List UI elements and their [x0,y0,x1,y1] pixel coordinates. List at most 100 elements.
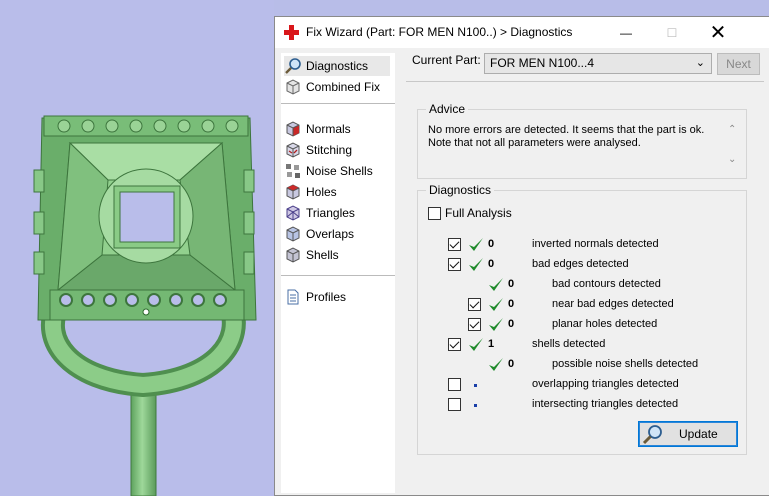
full-analysis-option[interactable]: Full Analysis [428,206,512,220]
nav-item-shells[interactable]: Shells [284,245,390,265]
shells-cube-icon [286,247,300,263]
check-ok-icon [469,238,483,251]
minimize-button[interactable]: — [603,17,649,48]
title-bar[interactable]: Fix Wizard (Part: FOR MEN N100..) > Diag… [275,17,769,48]
diagnostic-count: 1 [488,338,495,350]
diagnostic-count: 0 [508,318,515,330]
scroll-down-icon[interactable]: ⌄ [728,154,736,165]
nav-item-label: Holes [306,185,337,199]
check-ok-icon [469,258,483,271]
window-title: Fix Wizard (Part: FOR MEN N100..) > Diag… [306,25,573,39]
nav-item-noise-shells[interactable]: Noise Shells [284,161,390,181]
stitching-cube-icon [286,142,300,158]
nav-item-label: Shells [306,248,339,262]
diagnostic-checkbox[interactable] [448,378,461,391]
diagnostic-count: 0 [488,258,495,270]
nav-item-label: Normals [306,122,351,136]
nav-item-profiles[interactable]: Profiles [284,287,390,307]
scroll-up-icon[interactable]: ⌃ [728,124,736,135]
nav-item-label: Noise Shells [306,164,373,178]
red-cross-icon [284,25,299,40]
advice-scrollbar[interactable]: ⌃ ⌄ [725,124,741,170]
minimize-icon: — [620,25,632,40]
update-button[interactable]: Update [638,421,738,447]
nav-item-stitching[interactable]: Stitching [284,140,390,160]
overlaps-cube-icon [286,226,300,242]
diagnostic-row: 0 possible noise shells detected [418,355,748,375]
maximize-button[interactable]: ☐ [649,17,695,48]
maximize-icon: ☐ [666,25,678,40]
diagnostic-row: 0 near bad edges detected [418,295,748,315]
current-part-label: Current Part: [412,53,481,67]
close-button[interactable]: ✕ [695,17,741,48]
chevron-down-icon: ⌄ [695,57,705,69]
diagnostic-row: 0 bad edges detected [418,255,748,275]
diagnostics-group: Diagnostics Full Analysis 0 inverted norm… [417,183,748,455]
next-button[interactable]: Next [717,53,760,75]
advice-text: No more errors are detected. It seems th… [428,124,718,150]
diagnostic-count: 0 [508,298,515,310]
document-icon [287,289,299,305]
diagnostic-checkbox[interactable] [448,338,461,351]
nav-separator [281,275,395,276]
diagnostic-description: intersecting triangles detected [532,398,679,410]
check-ok-icon [489,358,503,371]
check-ok-icon [489,298,503,311]
current-part-select[interactable]: FOR MEN N100...4 ⌄ [484,53,712,74]
diagnostic-description: possible noise shells detected [552,358,699,370]
pending-dot-icon [474,404,477,407]
diagnostic-row: intersecting triangles detected [418,395,748,415]
diagnostic-description: near bad edges detected [552,298,674,310]
diagnostic-description: overlapping triangles detected [532,378,679,390]
diagnostic-count: 0 [508,278,515,290]
noise-shells-icon [286,164,300,178]
nav-item-normals[interactable]: Normals [284,119,390,139]
content-divider [406,81,764,82]
nav-item-holes[interactable]: Holes [284,182,390,202]
diagnostic-row: 0 bad contours detected [418,275,748,295]
update-label: Update [679,427,718,441]
check-ok-icon [469,338,483,351]
diagnostic-row: 0 inverted normals detected [418,235,748,255]
pending-dot-icon [474,384,477,387]
nav-item-label: Combined Fix [306,80,381,94]
nav-item-combined-fix[interactable]: Combined Fix [284,77,390,97]
wizard-nav: Diagnostics Combined Fix Normals Stitchi… [281,53,395,493]
diagnostics-title: Diagnostics [426,183,495,197]
full-analysis-label: Full Analysis [445,206,512,220]
diagnostic-description: inverted normals detected [532,238,659,250]
box-icon [286,79,300,95]
diagnostic-checkbox[interactable] [448,238,461,251]
diagnostic-count: 0 [508,358,515,370]
diagnostic-description: bad contours detected [552,278,661,290]
advice-line: Note that not all parameters were analys… [428,137,641,149]
diagnostic-row: 1 shells detected [418,335,748,355]
diagnostic-description: bad edges detected [532,258,629,270]
magnifier-icon [285,58,301,74]
advice-title: Advice [426,102,469,116]
diagnostic-checkbox[interactable] [448,258,461,271]
nav-item-label: Overlaps [306,227,355,241]
diagnostic-checkbox[interactable] [468,298,481,311]
3d-viewport[interactable] [0,0,274,496]
check-ok-icon [489,278,503,291]
advice-line: No more errors are detected. It seems th… [428,124,705,136]
advice-group: Advice No more errors are detected. It s… [417,102,747,179]
nav-separator [281,103,395,104]
diagnostic-checkbox[interactable] [448,398,461,411]
nav-item-triangles[interactable]: Triangles [284,203,390,223]
nav-item-overlaps[interactable]: Overlaps [284,224,390,244]
fix-wizard-window: Fix Wizard (Part: FOR MEN N100..) > Diag… [274,16,769,496]
nav-item-diagnostics[interactable]: Diagnostics [284,56,390,76]
full-analysis-checkbox[interactable] [428,206,441,220]
current-part-value: FOR MEN N100...4 [490,56,595,70]
nav-item-label: Stitching [306,143,353,157]
nav-item-label: Diagnostics [306,59,369,73]
magnifier-icon [642,425,662,445]
diagnostic-description: planar holes detected [552,318,658,330]
diagnostic-row: 0 planar holes detected [418,315,748,335]
nav-item-label: Triangles [306,206,355,220]
diagnostic-checkbox[interactable] [468,318,481,331]
check-ok-icon [489,318,503,331]
normals-cube-icon [286,121,300,137]
